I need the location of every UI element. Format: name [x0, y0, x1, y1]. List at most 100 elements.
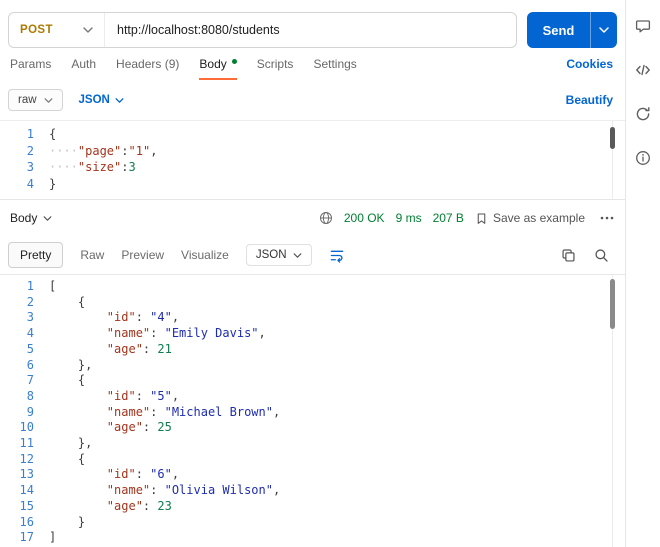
line-number: 9	[26, 404, 34, 419]
code-text: "name": "Michael Brown",	[106, 404, 281, 419]
view-tab-pretty[interactable]: Pretty	[8, 242, 64, 268]
code-text: "name": "Olivia Wilson",	[106, 483, 281, 498]
tab-body[interactable]: Body	[199, 48, 238, 80]
line-number: 6	[26, 357, 34, 372]
code-line: 1[	[0, 279, 625, 295]
modified-indicator-dot	[231, 58, 237, 64]
code-text: }	[49, 514, 86, 529]
code-text: {	[49, 294, 86, 309]
method-select[interactable]: POST	[9, 13, 105, 47]
code-line: 17]	[0, 530, 625, 546]
cookies-link[interactable]: Cookies	[566, 57, 613, 71]
code-text: },	[49, 357, 93, 372]
line-number: 17	[19, 530, 34, 545]
code-line: 3 ····"size":3	[0, 159, 625, 176]
chevron-down-icon	[293, 252, 301, 258]
more-options-icon[interactable]	[599, 211, 615, 225]
tab-auth[interactable]: Auth	[71, 48, 96, 80]
info-icon[interactable]	[635, 150, 651, 166]
code-line: 8 "id": "5",	[0, 389, 625, 405]
search-icon[interactable]	[594, 248, 609, 263]
send-button[interactable]: Send	[527, 12, 590, 48]
line-number: 1	[26, 279, 34, 293]
code-line: 7 {	[0, 373, 625, 389]
response-body-select[interactable]: Body	[10, 211, 52, 225]
wrap-text-icon[interactable]	[329, 248, 345, 263]
tab-params[interactable]: Params	[10, 48, 51, 80]
response-body-editor[interactable]: 1[2 {3 "id": "4", 4 "name": "Emily Davis"…	[0, 274, 625, 547]
tab-label: Auth	[71, 57, 97, 71]
code-text: "id": "6",	[106, 467, 180, 482]
line-number: 5	[26, 341, 34, 356]
scrollbar-thumb[interactable]	[610, 279, 615, 329]
line-number: 14	[19, 483, 34, 498]
copy-icon[interactable]	[561, 248, 576, 263]
code-text: "name": "Emily Davis",	[106, 326, 266, 341]
code-text: {	[49, 127, 57, 141]
chevron-down-icon	[115, 97, 124, 103]
code-line: 5 "age": 21	[0, 342, 625, 358]
code-line: 9 "name": "Michael Brown",	[0, 405, 625, 421]
code-text: },	[49, 436, 93, 451]
request-bar: POST Send	[8, 12, 617, 48]
body-format-select[interactable]: raw	[8, 89, 63, 111]
main-panel: POST Send Params Auth Headers (9) Body S…	[0, 0, 625, 547]
line-number: 3	[26, 310, 34, 325]
status-code[interactable]: 200 OK	[344, 211, 385, 225]
response-time[interactable]: 9 ms	[396, 211, 422, 225]
code-text: {	[49, 451, 86, 466]
language-select[interactable]: JSON	[79, 94, 124, 106]
code-line: 4 "name": "Emily Davis",	[0, 326, 625, 342]
response-body-label: Body	[10, 211, 38, 225]
response-tools	[561, 248, 609, 263]
line-number: 11	[19, 436, 34, 451]
code-line: 2 ····"page":"1",	[0, 143, 625, 160]
tab-scripts[interactable]: Scripts	[257, 48, 294, 80]
view-tab-raw[interactable]: Raw	[80, 248, 104, 262]
line-number: 4	[26, 176, 34, 191]
chevron-down-icon	[43, 215, 52, 221]
chevron-down-icon	[599, 27, 609, 33]
save-as-example-button[interactable]: Save as example	[475, 211, 585, 225]
send-options-button[interactable]	[590, 12, 617, 48]
code-line: 12 {	[0, 452, 625, 468]
beautify-link[interactable]: Beautify	[566, 93, 613, 107]
response-language-label: JSON	[255, 249, 287, 261]
refresh-icon[interactable]	[635, 106, 651, 122]
url-control: POST	[8, 12, 517, 48]
code-text: "id": "5",	[106, 388, 180, 403]
save-as-example-label: Save as example	[492, 211, 585, 225]
response-status-group: 200 OK 9 ms 207 B Save as example	[319, 211, 615, 225]
response-header: Body 200 OK 9 ms 207 B Save as example	[0, 200, 625, 236]
code-snippet-icon[interactable]	[635, 62, 651, 78]
line-number: 7	[26, 373, 34, 388]
code-line: 13 "id": "6",	[0, 467, 625, 483]
comments-icon[interactable]	[635, 18, 651, 34]
code-text: {	[49, 373, 86, 388]
code-text: ····"size":3	[49, 160, 136, 174]
request-tabs: Params Auth Headers (9) Body Scripts Set…	[0, 48, 625, 80]
view-tab-visualize[interactable]: Visualize	[181, 248, 229, 262]
code-line: 3 "id": "4",	[0, 310, 625, 326]
view-tab-preview[interactable]: Preview	[121, 248, 164, 262]
line-number: 2	[26, 143, 34, 158]
response-language-select[interactable]: JSON	[245, 244, 312, 266]
line-number: 10	[19, 420, 34, 435]
code-text: ····"page":"1",	[49, 143, 158, 158]
code-text: }	[49, 176, 57, 191]
line-number: 16	[19, 514, 34, 529]
tab-label: Settings	[313, 57, 357, 71]
scrollbar-thumb[interactable]	[610, 127, 615, 149]
code-line: 6 },	[0, 358, 625, 374]
response-view-tabs: Pretty Raw Preview Visualize JSON	[0, 236, 625, 274]
tab-settings[interactable]: Settings	[313, 48, 356, 80]
response-size[interactable]: 207 B	[433, 211, 464, 225]
request-body-editor[interactable]: 1{2 ····"page":"1", 3 ····"size":3 4}	[0, 120, 625, 200]
url-input[interactable]	[105, 13, 516, 47]
code-text: "id": "4",	[106, 310, 180, 325]
chevron-down-icon	[44, 97, 52, 103]
line-number: 4	[26, 326, 34, 341]
code-text: ]	[49, 530, 57, 545]
api-client-window: POST Send Params Auth Headers (9) Body S…	[0, 0, 660, 547]
tab-headers[interactable]: Headers (9)	[116, 48, 179, 80]
